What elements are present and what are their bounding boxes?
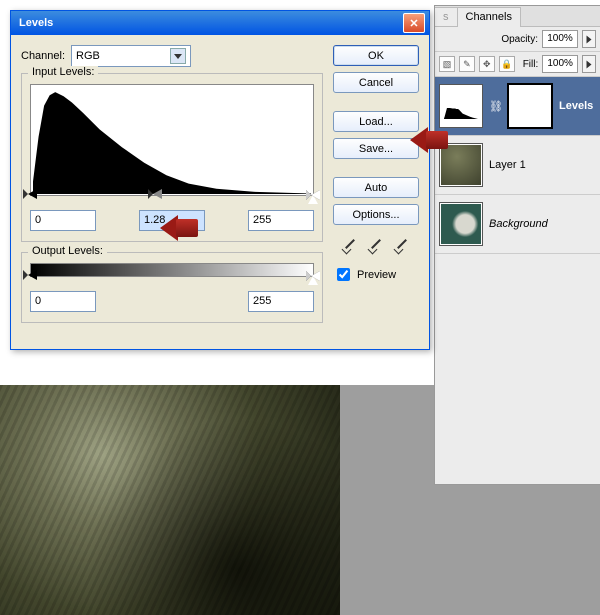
fill-label: Fill: xyxy=(523,59,539,70)
options-button[interactable]: Options... xyxy=(333,204,419,225)
white-eyedropper-icon[interactable] xyxy=(393,237,411,255)
close-icon: ✕ xyxy=(409,17,418,30)
annotation-arrow-thumb xyxy=(410,127,448,153)
preview-check-input[interactable] xyxy=(337,268,350,281)
opacity-field[interactable]: 100% xyxy=(542,30,578,48)
channel-value: RGB xyxy=(76,50,100,62)
input-white-field[interactable]: 255 xyxy=(248,210,314,231)
adjustment-thumb-icon xyxy=(439,84,483,128)
preview-checkbox[interactable]: Preview xyxy=(333,265,419,284)
fill-field[interactable]: 100% xyxy=(542,55,578,73)
lock-brush-icon[interactable]: ✎ xyxy=(459,56,475,72)
lock-move-icon[interactable]: ✥ xyxy=(479,56,495,72)
black-eyedropper-icon[interactable] xyxy=(341,237,359,255)
layer-row-levels[interactable]: ⛓ Levels xyxy=(435,77,600,136)
output-white-field[interactable]: 255 xyxy=(248,291,314,312)
canvas-image xyxy=(0,385,340,615)
lock-all-icon[interactable]: 🔒 xyxy=(499,56,515,72)
layer-thumb xyxy=(439,202,483,246)
tab-layers-cropped[interactable]: s xyxy=(435,7,458,27)
auto-button[interactable]: Auto xyxy=(333,177,419,198)
close-button[interactable]: ✕ xyxy=(403,13,425,33)
opacity-flyout[interactable] xyxy=(582,30,596,48)
layer-name: Layer 1 xyxy=(489,159,526,171)
output-black-field[interactable]: 0 xyxy=(30,291,96,312)
fill-flyout[interactable] xyxy=(582,55,596,73)
output-white-slider[interactable] xyxy=(312,275,314,277)
annotation-arrow-gamma xyxy=(160,215,198,241)
output-levels-group: Output Levels: 0 255 xyxy=(21,252,323,323)
channel-label: Channel: xyxy=(21,50,65,62)
layer-row-background[interactable]: Background xyxy=(435,195,600,254)
output-slider-track[interactable] xyxy=(32,279,312,285)
layer-name: Background xyxy=(489,218,548,230)
preview-label: Preview xyxy=(357,269,396,281)
channel-select[interactable]: RGB xyxy=(71,45,191,67)
input-slider-track[interactable] xyxy=(32,198,312,204)
output-levels-label: Output Levels: xyxy=(28,245,107,257)
titlebar[interactable]: Levels ✕ xyxy=(11,11,429,35)
chevron-down-icon xyxy=(170,48,186,64)
histogram xyxy=(30,84,314,196)
input-black-field[interactable]: 0 xyxy=(30,210,96,231)
eyedropper-row xyxy=(333,237,419,255)
layer-row-layer1[interactable]: Layer 1 xyxy=(435,136,600,195)
output-gradient xyxy=(30,263,314,277)
lock-transparency-icon[interactable]: ▧ xyxy=(439,56,455,72)
save-button[interactable]: Save... xyxy=(333,138,419,159)
ok-button[interactable]: OK xyxy=(333,45,419,66)
dialog-title: Levels xyxy=(15,17,403,29)
tab-channels[interactable]: Channels xyxy=(458,7,521,27)
white-point-slider[interactable] xyxy=(312,194,314,196)
opacity-label: Opacity: xyxy=(501,34,538,45)
input-levels-label: Input Levels: xyxy=(28,66,98,78)
cancel-button[interactable]: Cancel xyxy=(333,72,419,93)
layers-panel: s Channels Opacity: 100% ▧ ✎ ✥ 🔒 Fill: 1… xyxy=(434,5,600,485)
link-icon[interactable]: ⛓ xyxy=(489,100,501,113)
layer-mask-thumb[interactable] xyxy=(507,83,553,129)
load-button[interactable]: Load... xyxy=(333,111,419,132)
layer-name: Levels xyxy=(559,100,593,112)
levels-dialog: Levels ✕ Channel: RGB Input Levels: xyxy=(10,10,430,350)
gray-eyedropper-icon[interactable] xyxy=(367,237,385,255)
